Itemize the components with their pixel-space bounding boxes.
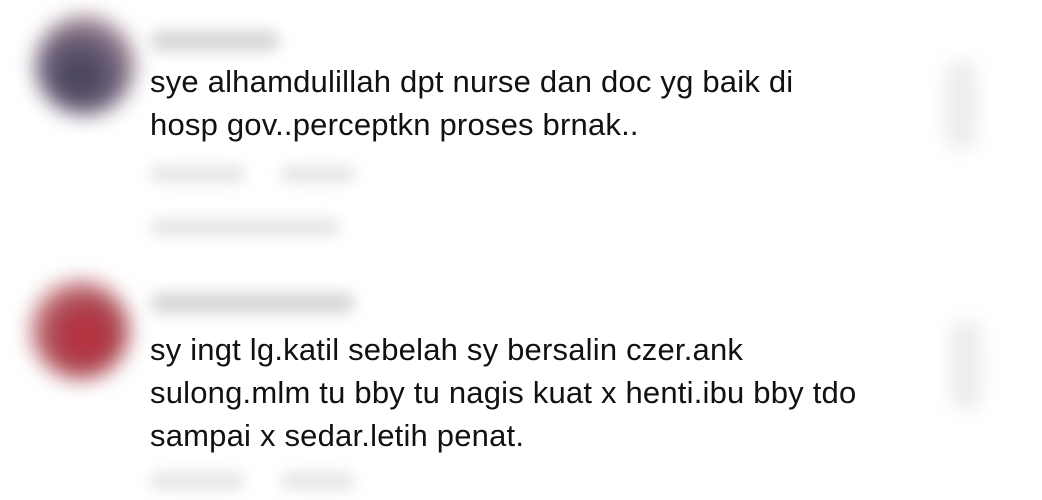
comment-item: sye alhamdulillah dpt nurse dan doc yg b…	[0, 0, 1042, 250]
avatar[interactable]	[30, 280, 130, 380]
timestamp	[150, 472, 245, 490]
heart-icon[interactable]	[950, 320, 982, 410]
comment-line: sulong.mlm tu bby tu nagis kuat x henti.…	[150, 375, 857, 410]
comment-item: sy ingt lg.katil sebelah sy bersalin cze…	[0, 250, 1042, 500]
comment-text: sy ingt lg.katil sebelah sy bersalin cze…	[150, 328, 856, 457]
comment-text: sye alhamdulillah dpt nurse dan doc yg b…	[150, 60, 793, 146]
timestamp	[150, 165, 245, 183]
reply-button[interactable]	[280, 472, 355, 490]
comment-line: hosp gov..perceptkn proses brnak..	[150, 107, 639, 142]
comment-line: sampai x sedar.letih penat.	[150, 418, 525, 453]
avatar[interactable]	[35, 15, 135, 115]
heart-icon[interactable]	[945, 60, 977, 150]
username[interactable]	[150, 30, 280, 52]
reply-button[interactable]	[280, 165, 355, 183]
view-replies-button[interactable]	[150, 218, 340, 236]
comment-line: sye alhamdulillah dpt nurse dan doc yg b…	[150, 64, 794, 99]
username[interactable]	[150, 292, 355, 314]
comment-line: sy ingt lg.katil sebelah sy bersalin cze…	[150, 332, 744, 367]
